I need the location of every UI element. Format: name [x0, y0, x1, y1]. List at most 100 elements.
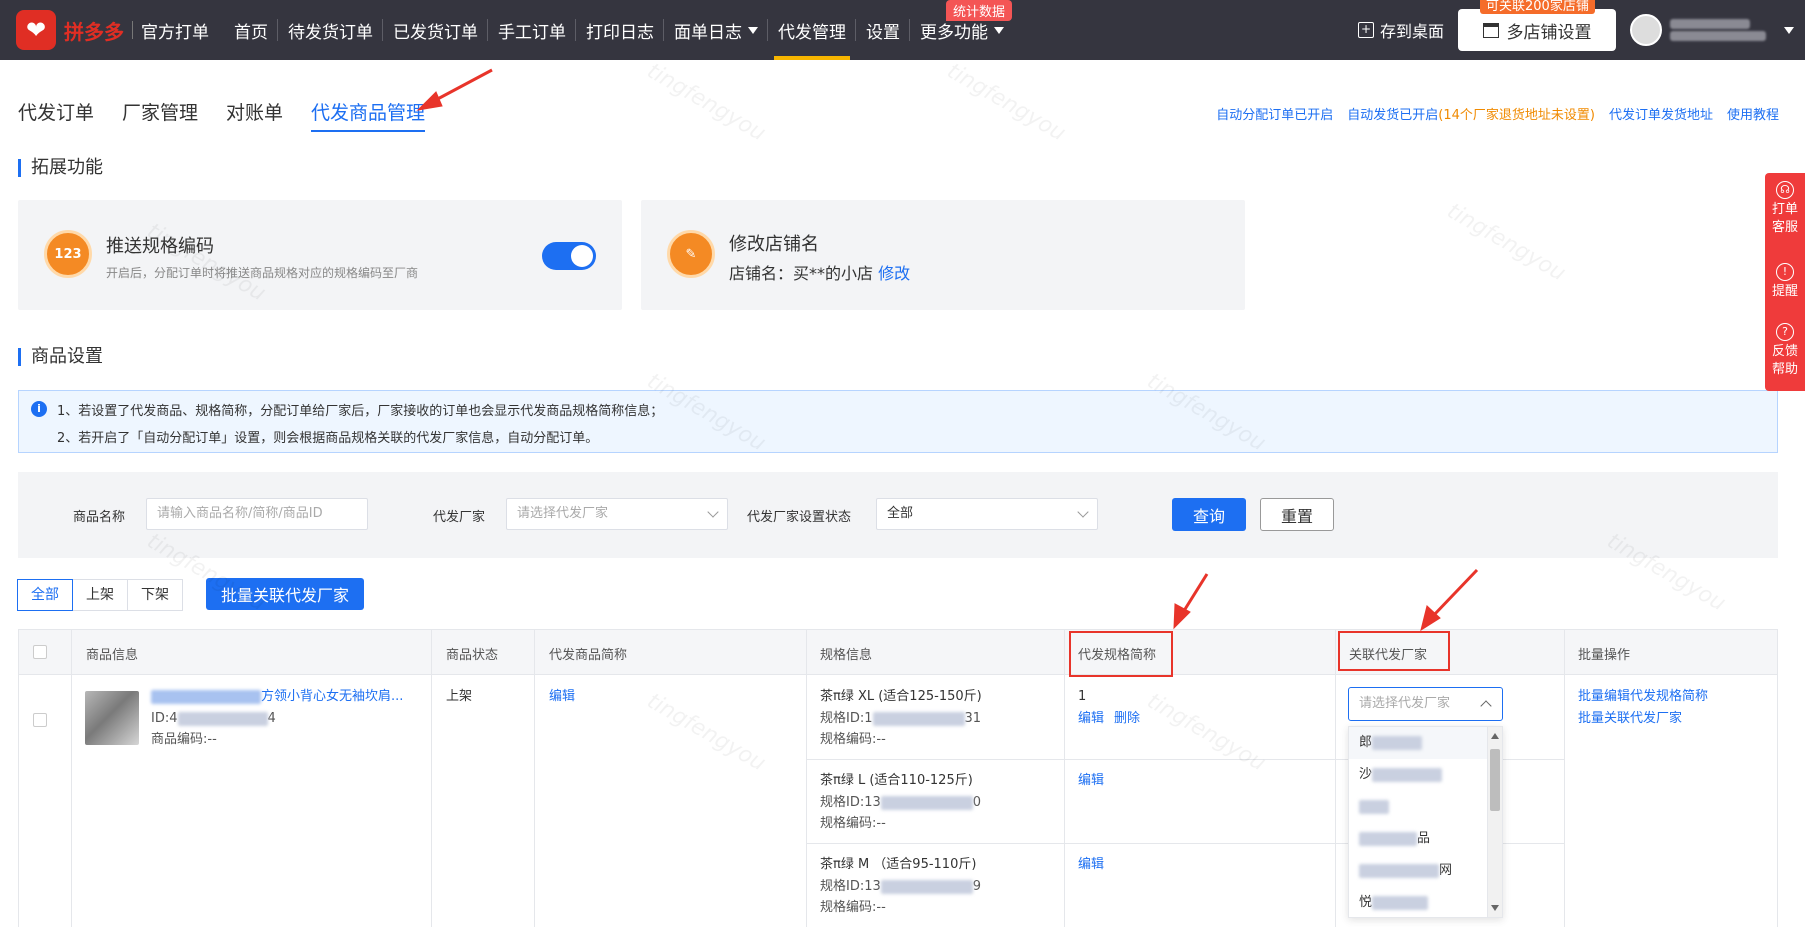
spec-id: 规格ID:13 9 [820, 877, 981, 897]
service-label-2: 客服 [1771, 220, 1798, 235]
spec-id: 规格ID:1 31 [820, 709, 981, 729]
push-spec-toggle[interactable] [542, 242, 596, 270]
th-product-status: 商品状态 [446, 648, 499, 663]
nav-settings[interactable]: 设置 [856, 0, 910, 60]
nav-home[interactable]: 首页 [224, 0, 278, 60]
nav-manual-orders[interactable]: 手工订单 [488, 0, 576, 60]
nav-right: + 存到桌面 可关联200家店铺 多店铺设置 [1357, 0, 1805, 60]
tutorial-link[interactable]: 使用教程 [1727, 104, 1779, 123]
edit-short-name-link[interactable]: 编辑 [549, 687, 575, 707]
save-to-desktop-button[interactable]: + 存到桌面 [1357, 18, 1444, 42]
multi-shop-label: 多店铺设置 [1506, 22, 1592, 43]
vendor-select[interactable]: 请选择代发厂家 [506, 498, 728, 530]
logo[interactable]: ❤ 拼多多 官方打单 [16, 10, 209, 50]
highlight-box [1338, 631, 1450, 671]
batch-edit-spec-short-link[interactable]: 批量编辑代发规格简称 [1578, 687, 1708, 707]
segment-all[interactable]: 全部 [17, 579, 73, 611]
segment-on-shelf[interactable]: 上架 [72, 579, 128, 611]
edit-spec-short-link[interactable]: 编辑 [1078, 855, 1104, 875]
nav-more-features[interactable]: 更多功能 统计数据 [910, 0, 1014, 60]
nav-waybill-log[interactable]: 面单日志 [664, 0, 768, 60]
tab-dropship-product-management[interactable]: 代发商品管理 [311, 98, 426, 132]
info-icon: i [31, 401, 47, 417]
tab-vendor-management[interactable]: 厂家管理 [122, 98, 198, 129]
dropdown-scrollbar[interactable] [1487, 727, 1502, 917]
scroll-up-icon[interactable] [1491, 733, 1499, 739]
spec-id-prefix: 规格ID:13 [820, 879, 881, 894]
tab-statement[interactable]: 对账单 [226, 98, 283, 129]
scroll-down-icon[interactable] [1491, 905, 1499, 911]
service-float-button[interactable]: ☊ 打单 客服 [1765, 181, 1805, 237]
search-button[interactable]: 查询 [1172, 498, 1246, 531]
vendor-option[interactable]: 品 [1349, 823, 1502, 855]
scroll-thumb[interactable] [1490, 749, 1500, 811]
edit-spec-short-link[interactable]: 编辑 [1078, 709, 1104, 729]
vendor-dropdown-placeholder: 请选择代发厂家 [1359, 696, 1451, 711]
vendor-option[interactable]: 网 [1349, 855, 1502, 887]
vendor-option[interactable] [1349, 791, 1502, 823]
nav-print-log-label: 打印日志 [586, 22, 654, 43]
product-title-link[interactable]: 方领小背心女无袖坎肩... [151, 687, 403, 707]
spec-code-icon: 123 [44, 230, 92, 278]
logo-subtitle: 官方打单 [141, 22, 209, 43]
th-product-info: 商品信息 [86, 648, 139, 663]
batch-link-vendor-button[interactable]: 批量关联代发厂家 [206, 578, 364, 610]
nav-settings-label: 设置 [866, 22, 900, 43]
product-name-input[interactable]: 请输入商品名称/简称/商品ID [146, 498, 368, 530]
vendor-option[interactable]: 悦 [1349, 887, 1502, 917]
batch-link-vendor-link[interactable]: 批量关联代发厂家 [1578, 709, 1682, 729]
filter-panel: 商品名称 请输入商品名称/简称/商品ID 代发厂家 请选择代发厂家 代发厂家设置… [18, 472, 1778, 558]
edit-spec-short-link[interactable]: 编辑 [1078, 771, 1104, 791]
ship-address-link[interactable]: 代发订单发货地址 [1609, 104, 1713, 123]
help-icon: ? [1776, 323, 1794, 341]
delete-spec-short-link[interactable]: 删除 [1114, 709, 1140, 729]
segment-off-shelf[interactable]: 下架 [127, 579, 183, 611]
save-to-desktop-label: 存到桌面 [1379, 22, 1444, 41]
vendor-status-value: 全部 [887, 506, 914, 521]
vendor-status-label: 代发厂家设置状态 [747, 510, 852, 525]
vendor-option-prefix: 悦 [1359, 895, 1373, 910]
spec-id-tail: 31 [964, 711, 982, 726]
nav-pending-orders[interactable]: 待发货订单 [278, 0, 383, 60]
product-thumbnail[interactable] [85, 691, 139, 745]
select-all-checkbox[interactable] [33, 645, 47, 659]
vendor-option-prefix: 沙 [1359, 767, 1373, 782]
feedback-float-button[interactable]: ? 反馈 帮助 [1765, 323, 1805, 379]
shop-name-text: 店铺名：买**的小店 修改 [729, 260, 910, 284]
nav-dropship-management[interactable]: 代发管理 [768, 0, 856, 60]
tab-dropship-orders[interactable]: 代发订单 [18, 98, 94, 129]
watermark: tingfengyou [942, 58, 1070, 147]
remind-float-button[interactable]: ! 提醒 [1765, 263, 1805, 301]
vendor-option[interactable]: 郎 [1349, 727, 1502, 759]
top-nav-bar: ❤ 拼多多 官方打单 首页 待发货订单 已发货订单 手工订单 打印日志 面单日志… [0, 0, 1805, 60]
auto-ship-link[interactable]: 自动发货已开启(14个厂家退货地址未设置) [1347, 104, 1595, 123]
user-menu[interactable] [1630, 14, 1805, 46]
caret-down-icon [1784, 26, 1794, 34]
product-id: ID:4 4 [151, 709, 276, 729]
spec-name: 茶π绿 L (适合110-125斤) [820, 773, 973, 788]
remind-label: 提醒 [1771, 284, 1798, 299]
main-nav: 首页 待发货订单 已发货订单 手工订单 打印日志 面单日志 代发管理 设置 更多… [224, 0, 1014, 60]
product-status: 上架 [446, 689, 473, 704]
side-float-panel: ☊ 打单 客服 ! 提醒 ? 反馈 帮助 [1765, 173, 1805, 391]
product-settings-section-title: 商品设置 [18, 348, 103, 366]
vendor-dropdown-input[interactable]: 请选择代发厂家 [1348, 687, 1503, 721]
reset-button[interactable]: 重置 [1260, 498, 1334, 531]
auto-assign-link[interactable]: 自动分配订单已开启 [1216, 104, 1333, 123]
nav-print-log[interactable]: 打印日志 [576, 0, 664, 60]
nav-shipped-orders[interactable]: 已发货订单 [383, 0, 488, 60]
edit-shop-name-link[interactable]: 修改 [878, 264, 910, 283]
stats-badge[interactable]: 统计数据 [946, 0, 1013, 21]
vendor-status-select[interactable]: 全部 [876, 498, 1098, 530]
table-header: 商品信息 商品状态 代发商品简称 规格信息 代发规格简称 关联代发厂家 批量操作 [19, 629, 1777, 675]
multi-shop-settings-button[interactable]: 可关联200家店铺 多店铺设置 [1458, 0, 1616, 51]
row-checkbox[interactable] [33, 713, 47, 727]
auto-ship-warning: (14个厂家退货地址未设置) [1438, 108, 1595, 123]
nav-manual-label: 手工订单 [498, 22, 566, 43]
pinduoduo-logo-icon: ❤ [16, 10, 56, 50]
notice-line-2: 2、若开启了「自动分配订单」设置，则会根据商品规格关联的代发厂家信息，自动分配订… [57, 431, 599, 446]
notice-line-1: 1、若设置了代发商品、规格简称，分配订单给厂家后，厂家接收的订单也会显示代发商品… [57, 404, 664, 419]
product-name-label: 商品名称 [73, 510, 126, 525]
feedback-label-1: 反馈 [1771, 344, 1798, 359]
vendor-option[interactable]: 沙 [1349, 759, 1502, 791]
